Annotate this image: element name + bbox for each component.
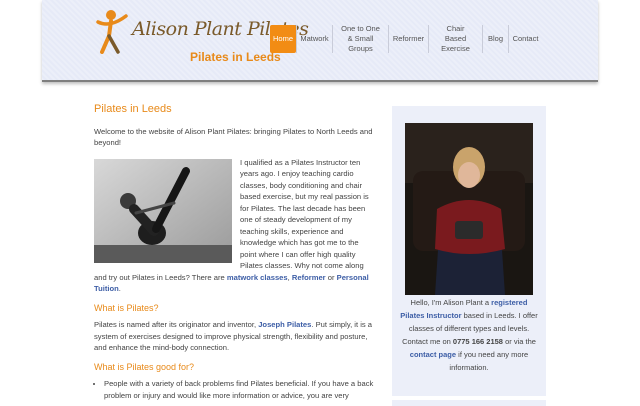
pilates-figure-icon xyxy=(96,10,128,54)
nav-contact[interactable]: Contact xyxy=(508,25,542,53)
nav-matwork[interactable]: Matwork xyxy=(296,25,332,53)
sidebar: Hello, I'm Alison Plant a registered Pil… xyxy=(392,106,546,396)
intro-separator: or xyxy=(325,272,337,282)
link-contact-page[interactable]: contact page xyxy=(410,350,456,359)
sidebar-next-panel xyxy=(392,400,546,406)
instructor-photo xyxy=(405,123,533,295)
sidebar-intro: Hello, I'm Alison Plant a registered Pil… xyxy=(400,296,538,374)
benefits-list: People with a variety of back problems f… xyxy=(94,378,374,401)
page-title: Pilates in Leeds xyxy=(94,103,172,115)
main-content: Pilates in Leeds Welcome to the website … xyxy=(94,103,374,401)
nav-blog[interactable]: Blog xyxy=(482,25,508,53)
what-text: Pilates is named after its originator an… xyxy=(94,320,259,329)
pilates-good-for-heading: What is Pilates good for? xyxy=(94,361,195,372)
list-item: People with a variety of back problems f… xyxy=(104,378,374,401)
nav-one-to-one[interactable]: One to One & Small Groups xyxy=(332,24,388,53)
pilates-pose-photo xyxy=(94,158,232,263)
link-reformer[interactable]: Reformer xyxy=(292,273,326,282)
welcome-text: Welcome to the website of Alison Plant P… xyxy=(94,126,373,148)
logo-tagline: Pilates in Leeds xyxy=(190,50,281,64)
phone-number: 0775 166 2158 xyxy=(452,337,503,346)
site-header: Alison Plant Pilates Pilates in Leeds Ho… xyxy=(42,0,598,82)
link-joseph-pilates[interactable]: Joseph Pilates xyxy=(258,320,311,329)
nav-home[interactable]: Home xyxy=(270,25,296,53)
link-matwork-classes[interactable]: matwork classes xyxy=(227,273,288,282)
sidebar-text: if you need any more information. xyxy=(449,350,529,372)
nav-reformer[interactable]: Reformer xyxy=(388,25,428,53)
site-logo[interactable]: Alison Plant Pilates Pilates in Leeds xyxy=(96,8,309,64)
what-is-pilates-heading: What is Pilates? xyxy=(94,302,159,313)
sidebar-text: or via the xyxy=(502,337,536,346)
main-nav: Home Matwork One to One & Small Groups R… xyxy=(270,24,542,53)
intro-end: . xyxy=(118,284,121,293)
what-is-pilates-text: Pilates is named after its originator an… xyxy=(94,319,374,354)
nav-chair-based[interactable]: Chair Based Exercise xyxy=(428,24,482,53)
sidebar-text: Hello, I'm Alison Plant a xyxy=(410,298,492,307)
